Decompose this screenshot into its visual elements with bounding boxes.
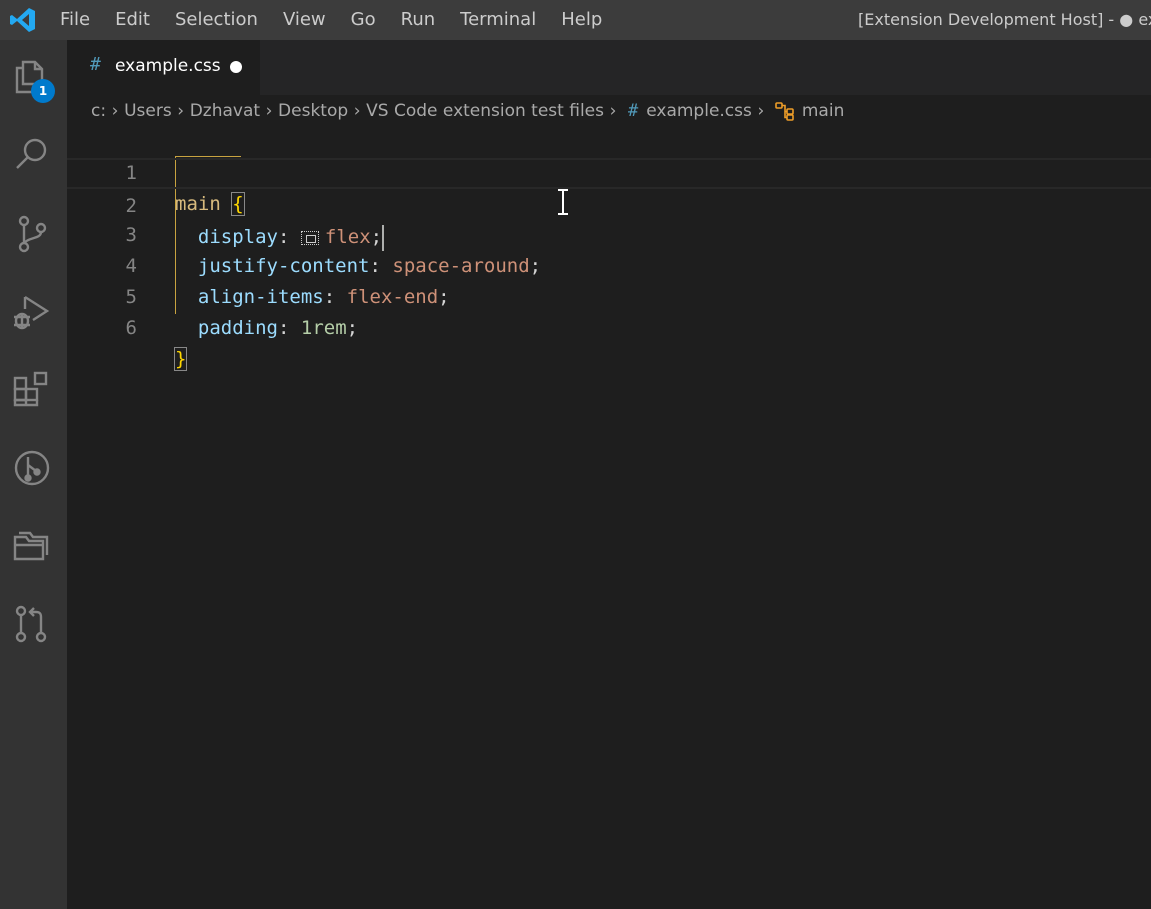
menu-edit[interactable]: Edit	[115, 0, 150, 40]
menu-file[interactable]: File	[60, 0, 90, 40]
breadcrumb-users[interactable]: Users	[124, 101, 172, 121]
chevron-right-icon: ›	[757, 101, 765, 121]
menu-selection[interactable]: Selection	[175, 0, 258, 40]
close-brace: }	[173, 347, 188, 371]
css-property: padding	[197, 317, 278, 339]
breadcrumb: c: › Users › Dzhavat › Desktop › VS Code…	[67, 95, 1151, 127]
chevron-right-icon: ›	[609, 101, 617, 121]
run-debug-button[interactable]	[9, 289, 55, 335]
breadcrumb-user[interactable]: Dzhavat	[190, 101, 260, 121]
code-line-4[interactable]: 4 align-items: flex-end;	[67, 220, 1151, 308]
run-debug-icon	[14, 295, 50, 330]
unsaved-dot-icon[interactable]	[230, 61, 242, 73]
source-control-icon	[18, 215, 47, 253]
git-graph-button[interactable]	[9, 445, 55, 491]
breadcrumb-folder[interactable]: VS Code extension test files	[366, 101, 604, 121]
symbol-class-icon	[775, 102, 794, 121]
title-bar: File Edit Selection View Go Run Terminal…	[0, 0, 1151, 40]
breadcrumb-desktop[interactable]: Desktop	[278, 101, 348, 121]
vscode-logo-icon[interactable]	[9, 6, 37, 34]
chevron-right-icon: ›	[265, 101, 273, 121]
explorer-button[interactable]: 1	[9, 54, 55, 103]
breadcrumb-file[interactable]: example.css	[646, 101, 752, 121]
menu-go[interactable]: Go	[351, 0, 376, 40]
menu-terminal[interactable]: Terminal	[460, 0, 536, 40]
menu-view[interactable]: View	[283, 0, 326, 40]
folders-button[interactable]	[9, 523, 55, 569]
css-file-icon: #	[90, 54, 101, 75]
code-line-6[interactable]: 6 }	[67, 282, 1151, 371]
breadcrumb-drive[interactable]: c:	[91, 101, 106, 121]
folder-icon	[13, 531, 49, 561]
pull-requests-button[interactable]	[9, 601, 55, 647]
tab-example-css[interactable]: # example.css	[67, 40, 260, 95]
code-line-2[interactable]: 2 display: flex;	[67, 158, 1151, 251]
semicolon: ;	[346, 317, 359, 339]
line-number: 6	[125, 317, 137, 339]
tab-label: example.css	[115, 56, 221, 76]
window-title: [Extension Development Host] - ● example…	[858, 10, 1151, 29]
extensions-icon	[13, 371, 48, 407]
search-button[interactable]	[9, 132, 55, 178]
chevron-right-icon: ›	[177, 101, 185, 121]
menu-help[interactable]: Help	[561, 0, 602, 40]
code-line-5[interactable]: 5 padding: 1rem;	[67, 251, 1151, 339]
code-line-1[interactable]: 1 main {	[67, 127, 1151, 216]
colon: :	[277, 317, 290, 339]
git-graph-icon	[14, 450, 50, 486]
pull-request-icon	[15, 605, 47, 643]
menu-run[interactable]: Run	[401, 0, 436, 40]
code-editor[interactable]: 1 main { 2 display: flex; 3 justify-cont…	[67, 127, 1151, 909]
css-value: 1rem	[300, 317, 347, 339]
chevron-right-icon: ›	[111, 101, 119, 121]
css-file-icon: #	[627, 101, 639, 121]
source-control-button[interactable]	[9, 211, 55, 257]
menu-bar: File Edit Selection View Go Run Terminal…	[60, 0, 627, 40]
code-line-3[interactable]: 3 justify-content: space-around;	[67, 189, 1151, 277]
search-icon	[16, 138, 47, 169]
explorer-badge: 1	[31, 79, 55, 103]
breadcrumb-symbol[interactable]: main	[802, 101, 844, 121]
activity-bar: 1	[0, 40, 67, 909]
tab-bar: # example.css	[67, 40, 1151, 95]
chevron-right-icon: ›	[353, 101, 361, 121]
extensions-button[interactable]	[9, 367, 55, 413]
